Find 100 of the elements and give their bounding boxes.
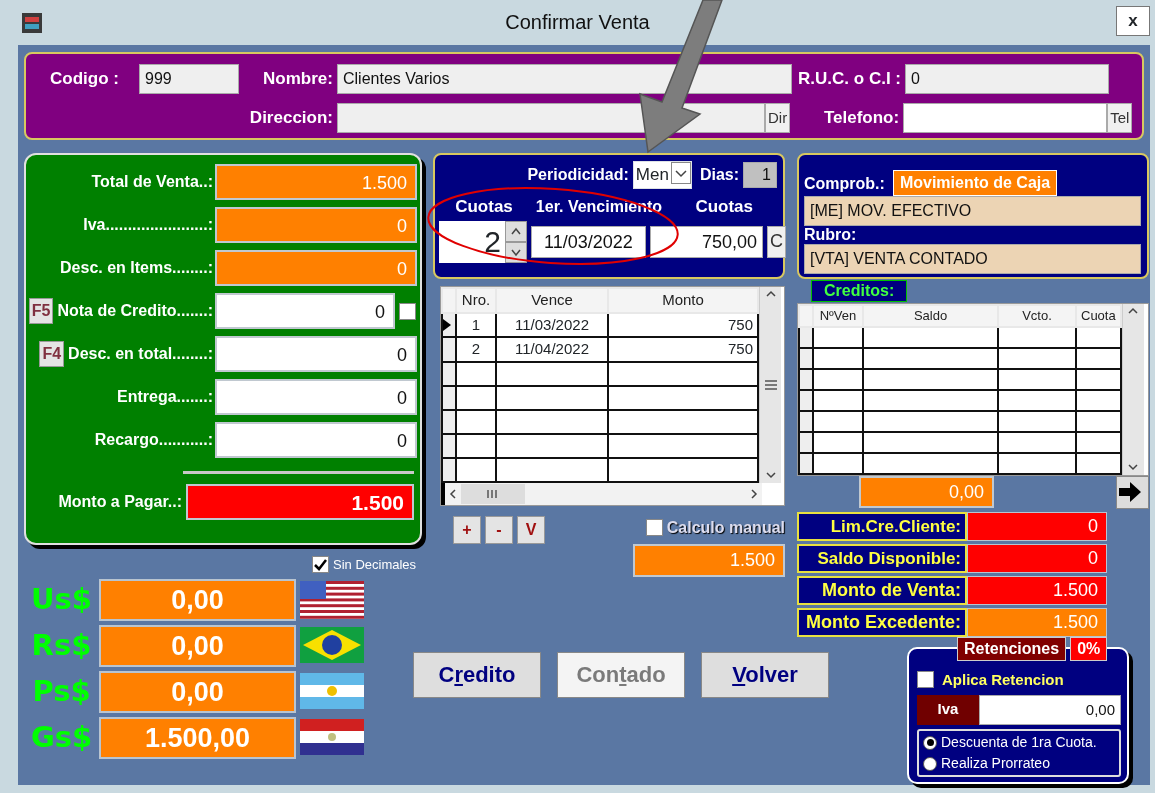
horizontal-scrollbar[interactable]: [441, 482, 762, 505]
field-label: Saldo Disponible:: [797, 543, 967, 573]
option-label: Descuenta de 1ra Cuota.: [941, 733, 1097, 752]
spin-down-icon[interactable]: [505, 242, 527, 263]
lookup-button[interactable]: Tel: [1107, 103, 1133, 133]
column-header: NºVen: [813, 305, 863, 327]
key-button[interactable]: F4: [39, 341, 65, 367]
brazil-flag-icon: [300, 626, 364, 665]
field-label: Iva.......................:: [83, 215, 213, 235]
value-field[interactable]: 0: [215, 293, 395, 329]
input-field[interactable]: [903, 103, 1108, 133]
percent-badge: 0%: [1070, 636, 1108, 661]
section-title: Retenciones: [957, 636, 1067, 661]
value-field: 0: [215, 207, 417, 243]
option-label: Realiza Prorrateo: [941, 754, 1050, 773]
checkbox-label: Sin Decimales: [333, 556, 417, 574]
argentina-flag-icon: [300, 672, 364, 711]
days-field[interactable]: 1: [743, 162, 777, 188]
field-label: Rubro:: [804, 226, 858, 244]
value-field: 1.500: [215, 164, 417, 200]
field-label: Direccion:: [248, 107, 334, 130]
value-field: 0: [967, 511, 1107, 541]
amount-field: 0,00: [99, 578, 296, 621]
field-label: Nombre:: [262, 68, 334, 91]
field-label: Desc. en total........:: [68, 344, 213, 364]
currency-label: Us$: [30, 580, 93, 618]
checkbox[interactable]: [917, 671, 934, 689]
table-cell: 11/04/2022: [496, 337, 608, 362]
field-label: Total de Venta..:: [91, 172, 213, 192]
window-title: Confirmar Venta: [504, 10, 651, 35]
action-button[interactable]: Credito: [413, 651, 541, 698]
row-pointer-icon: [443, 318, 451, 331]
close-button[interactable]: x: [1116, 6, 1150, 36]
total-field: 0,00: [859, 475, 994, 508]
field-label: Nota de Credito.......:: [57, 301, 213, 321]
grid-button[interactable]: +: [453, 515, 481, 544]
field-label: Desc. en Items........:: [60, 258, 213, 278]
us-flag-icon: [300, 580, 364, 619]
input-field[interactable]: 0: [905, 64, 1109, 94]
spin-field[interactable]: 2: [439, 221, 527, 263]
input-field[interactable]: Clientes Varios: [337, 64, 792, 94]
paraguay-flag-icon: [300, 718, 364, 757]
badge-label: Movimiento de Caja: [892, 170, 1058, 196]
value-field[interactable]: 0: [215, 379, 417, 415]
radio-button[interactable]: [923, 735, 937, 750]
value-field[interactable]: 0: [215, 422, 417, 458]
input-field[interactable]: 0,00: [979, 695, 1121, 725]
next-button[interactable]: [1116, 475, 1149, 509]
value-field[interactable]: 0: [215, 336, 417, 372]
grid-button[interactable]: V: [517, 515, 545, 544]
checkbox[interactable]: [645, 519, 663, 536]
value-field: 0: [215, 250, 417, 286]
radio-button[interactable]: [923, 756, 937, 771]
column-label: Cuotas: [454, 195, 514, 218]
checkbox[interactable]: [312, 556, 329, 574]
field-label: Comprob.:: [804, 174, 885, 194]
checkbox-label: Aplica Retencion: [942, 669, 1064, 690]
field-label: Periodicidad:: [527, 165, 629, 185]
amount-field[interactable]: 750,00: [650, 226, 763, 258]
field-label: R.U.C. o C.I :: [797, 68, 902, 91]
field-label: Monto a Pagar..:: [57, 492, 183, 512]
column-label: Cuotas: [694, 195, 754, 218]
field-label: Lim.Cre.Cliente:: [797, 511, 967, 541]
field-label: Monto de Venta:: [797, 575, 967, 605]
table-cell: 11/03/2022: [496, 312, 608, 337]
key-button[interactable]: F5: [28, 298, 54, 324]
table-cell: 750: [608, 312, 758, 337]
currency-label: Ps$: [31, 672, 92, 710]
lookup-button[interactable]: Dir: [765, 103, 791, 133]
vertical-scrollbar[interactable]: [759, 287, 781, 483]
column-header: Cuota: [1076, 305, 1121, 327]
table-cell: 1: [456, 312, 496, 337]
checkbox[interactable]: [399, 302, 416, 320]
field-label: Codigo :: [50, 68, 120, 91]
action-button[interactable]: Volver: [701, 651, 829, 698]
field-label: Dias:: [699, 165, 739, 185]
field-label: Entrega.......:: [117, 387, 213, 407]
readonly-field: [ME] MOV. EFECTIVO: [804, 196, 1141, 226]
value-field: 1.500: [967, 607, 1107, 637]
vertical-scrollbar[interactable]: [1121, 304, 1144, 475]
field-label: Telefono:: [822, 107, 901, 130]
input-field[interactable]: 999: [139, 64, 239, 94]
period-select[interactable]: Men: [632, 161, 692, 189]
checkbox-label: Calculo manual: [666, 517, 785, 538]
grid-button[interactable]: -: [485, 515, 513, 544]
column-header: Vence: [496, 288, 608, 313]
date-field[interactable]: 11/03/2022: [531, 226, 646, 258]
grip-icon: [486, 488, 500, 499]
grip-icon: [763, 378, 778, 391]
app-icon: [22, 13, 42, 33]
column-header: Vcto.: [998, 305, 1076, 327]
currency-label: Gs$: [29, 718, 94, 756]
checkmark-icon: [313, 557, 328, 573]
value-field: 1.500: [967, 575, 1107, 605]
total-field: 1.500: [186, 484, 414, 520]
spin-up-icon[interactable]: [505, 221, 527, 242]
calculate-button[interactable]: C: [767, 226, 786, 258]
tab-label: Creditos:: [811, 280, 908, 302]
column-header: Saldo: [863, 305, 998, 327]
field-label: Monto Excedente:: [797, 607, 967, 637]
